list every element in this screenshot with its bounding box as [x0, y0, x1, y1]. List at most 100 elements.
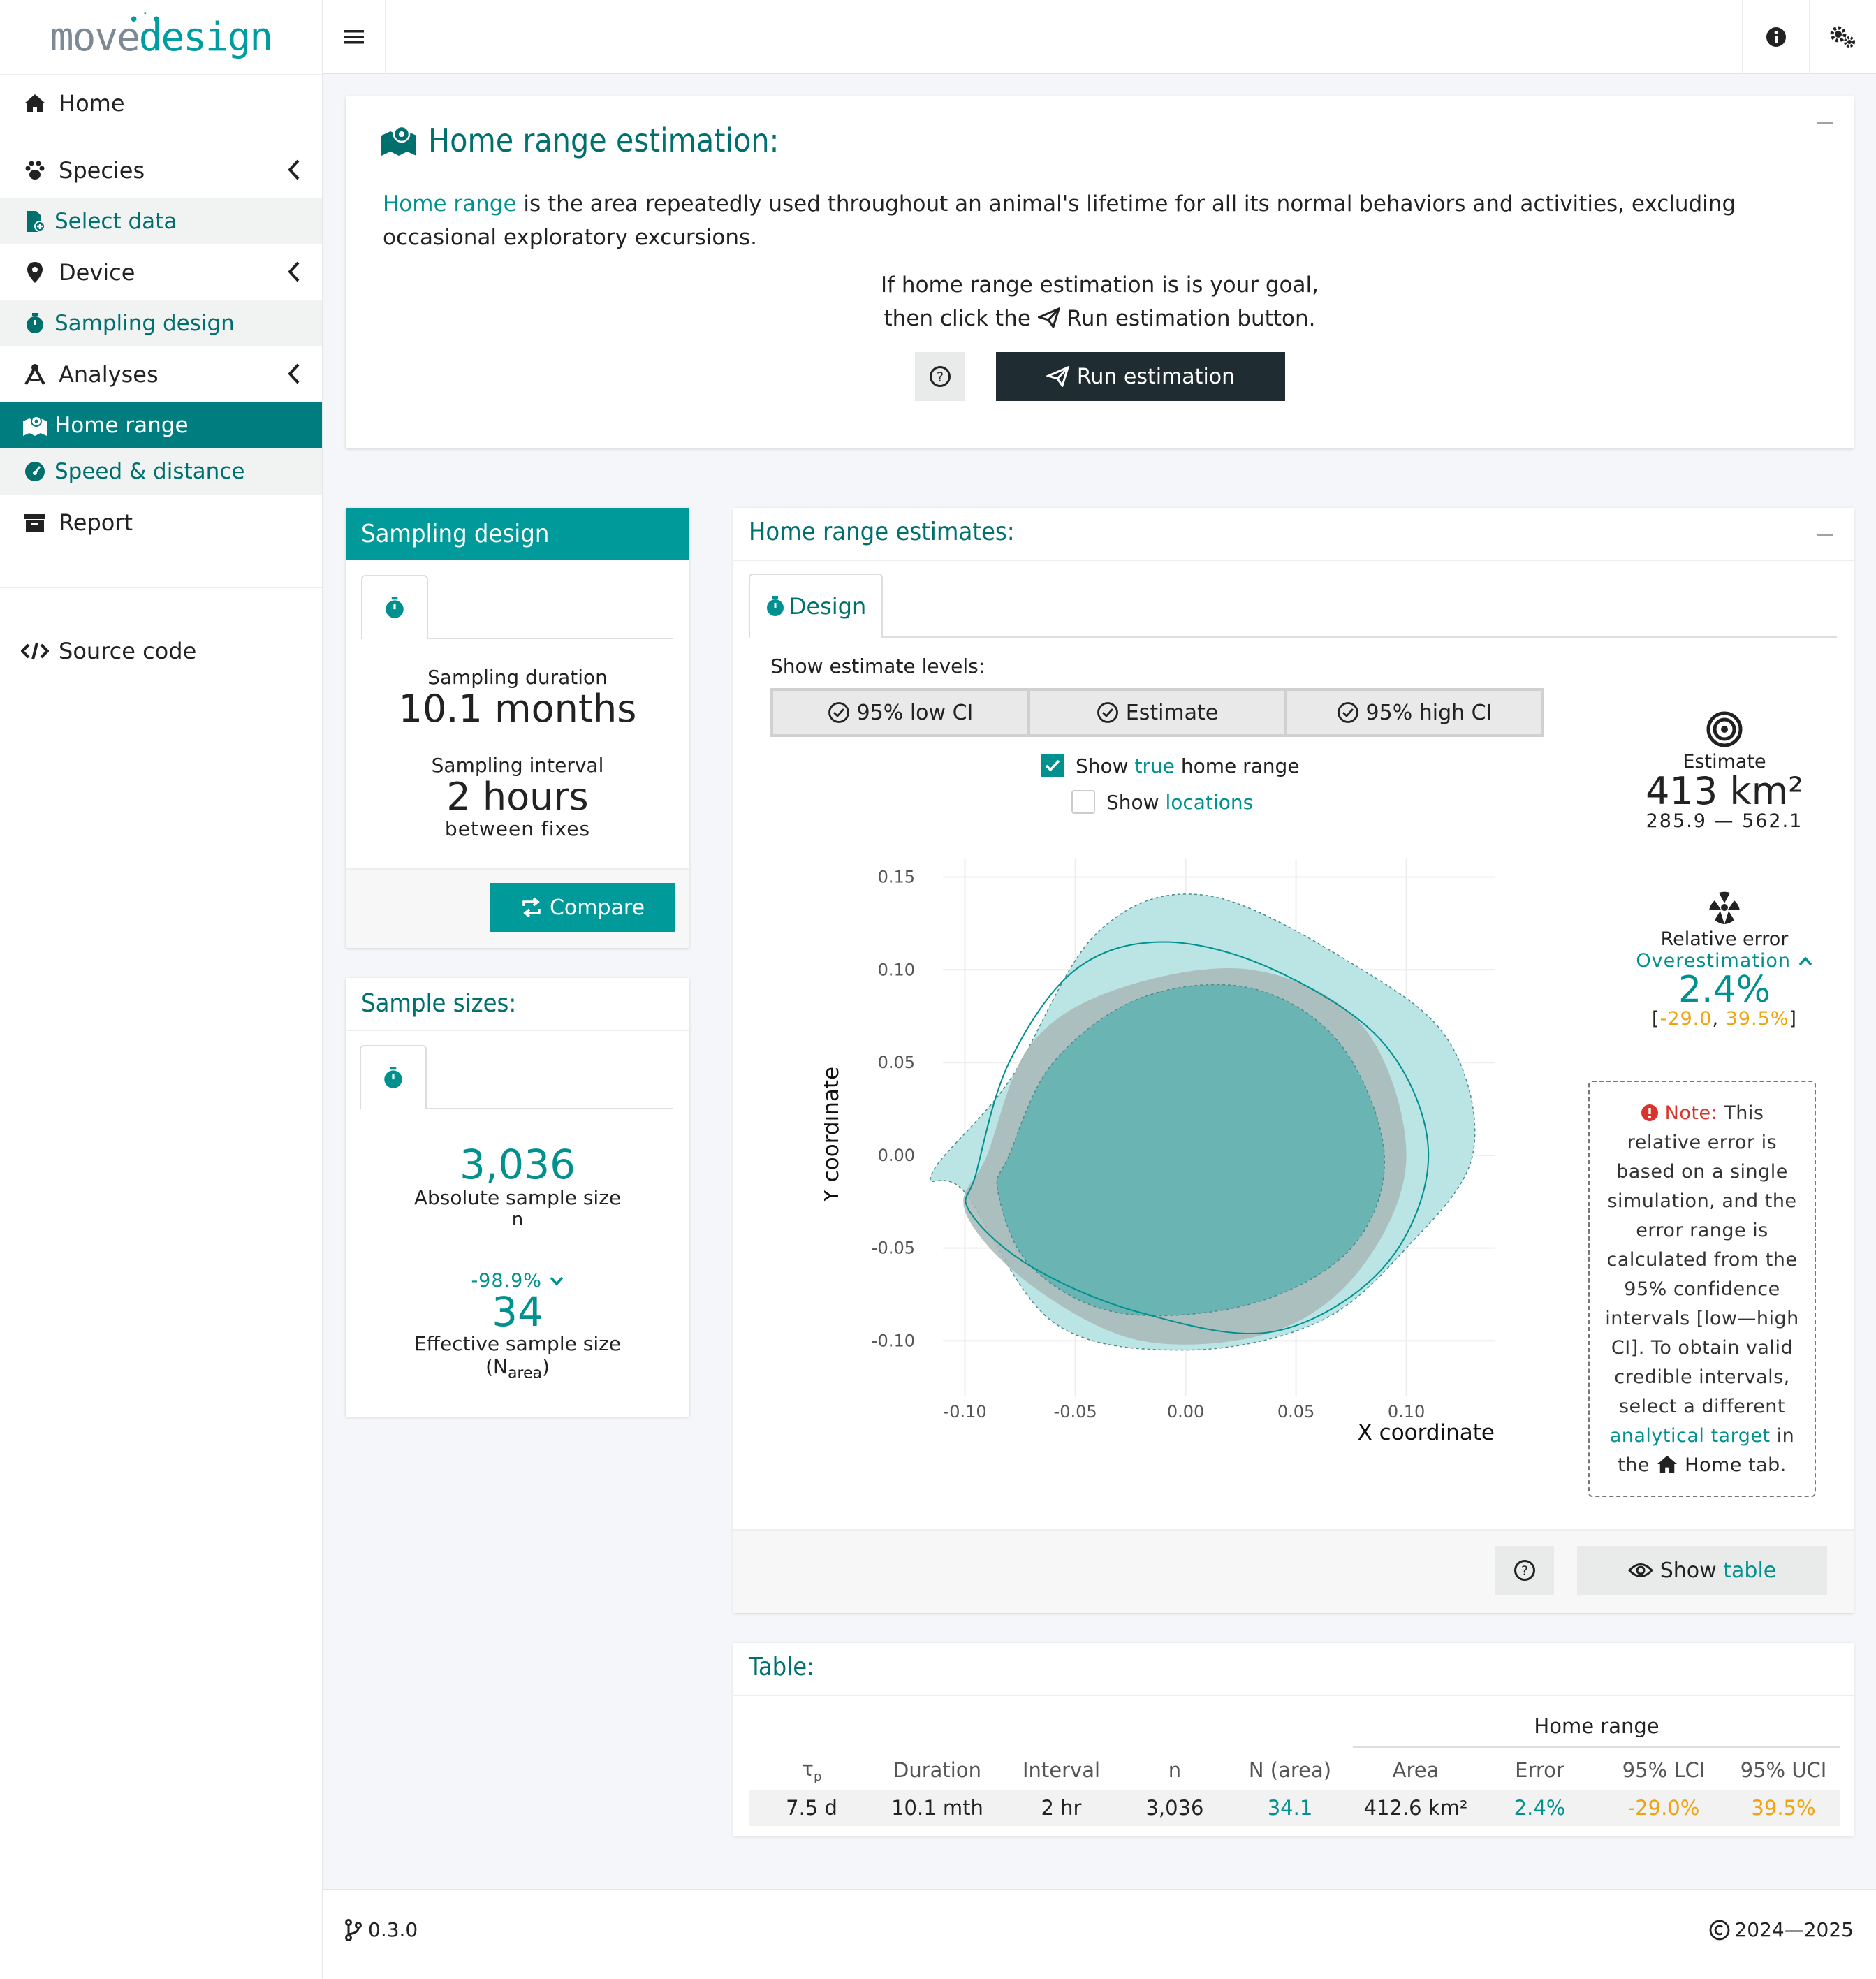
exclamation-circle-icon — [1641, 1104, 1658, 1121]
estimate-range: 285.9 — 562.1 — [1646, 810, 1803, 832]
sidebar: •˙• move design Home Species Select data … — [0, 0, 323, 1979]
estimate-stat: Estimate 413 km² 285.9 — 562.1 — [1585, 710, 1864, 832]
sidebar-item-label: Home range — [54, 413, 189, 438]
goal-line-2: then click the Run estimation button. — [346, 302, 1854, 335]
show-table-button[interactable]: Show table — [1577, 1546, 1827, 1595]
paw-icon — [21, 160, 49, 181]
eff-sub-open: (N — [485, 1355, 508, 1378]
checkbox-unchecked-icon[interactable] — [1071, 790, 1095, 814]
sidebar-item-select-data[interactable]: Select data — [0, 198, 322, 244]
analytical-target-link[interactable]: analytical target — [1610, 1425, 1771, 1447]
show-table-link: table — [1723, 1558, 1777, 1583]
sidebar-item-label: Select data — [54, 209, 177, 234]
home-range-link[interactable]: Home range — [383, 191, 517, 217]
tab-design-icon[interactable] — [361, 575, 428, 639]
repeat-arrows-icon — [522, 897, 541, 918]
group-header-rule — [1353, 1746, 1840, 1748]
sample-sizes-card: Sample sizes: 3,036 Absolute sample size… — [346, 978, 689, 1417]
effective-sample-size: -98.9% 34 Effective sample size (Narea) — [346, 1270, 689, 1382]
collapse-button[interactable] — [1817, 122, 1833, 124]
level-high-ci-button[interactable]: 95% high CI — [1287, 691, 1541, 734]
col-header: n — [1168, 1758, 1182, 1782]
collapse-button[interactable] — [1817, 534, 1833, 536]
version-label: 0.3.0 — [368, 1918, 418, 1941]
x-tick-label: 0.00 — [1167, 1402, 1204, 1422]
sidebar-item-source-code[interactable]: Source code — [0, 623, 322, 679]
hamburger-icon — [344, 30, 364, 44]
radiation-icon — [1709, 891, 1740, 924]
effective-value: 34 — [492, 1288, 543, 1336]
settings-button[interactable] — [1809, 0, 1876, 74]
sidebar-item-sampling-design[interactable]: Sampling design — [0, 300, 322, 346]
copyright-label: 2024—2025 — [1734, 1918, 1854, 1941]
chevron-left-icon — [287, 260, 301, 289]
levels-label: Show estimate levels: — [770, 655, 985, 678]
level-label: Estimate — [1125, 700, 1219, 725]
check-circle-icon — [828, 702, 849, 723]
sidebar-item-home[interactable]: Home — [0, 75, 322, 131]
tab-design-icon[interactable] — [360, 1045, 427, 1109]
col-header: Interval — [1022, 1758, 1101, 1782]
run-estimation-button[interactable]: Run estimation — [996, 352, 1285, 401]
sidebar-toggle-button[interactable] — [323, 0, 386, 74]
location-pin-icon — [21, 261, 49, 284]
show-locations-checkbox[interactable]: Show locations — [1071, 790, 1253, 814]
x-tick-label: -0.05 — [1054, 1402, 1097, 1422]
goal-line-2a: then click the — [884, 306, 1031, 331]
interval-sub: between fixes — [444, 817, 591, 840]
compare-button[interactable]: Compare — [490, 883, 675, 932]
tab-underline — [428, 638, 673, 639]
estimates-title: Home range estimates: — [749, 518, 1015, 546]
x-tick-label: -0.10 — [944, 1402, 987, 1422]
sidebar-item-label: Source code — [59, 638, 197, 664]
home-icon — [1657, 1455, 1678, 1473]
tab-design[interactable]: Design — [749, 574, 883, 638]
help-button[interactable]: ? — [1495, 1546, 1554, 1595]
copyright: 2024—2025 — [1709, 1918, 1854, 1941]
y-tick-label: 0.15 — [878, 868, 915, 887]
sidebar-divider — [0, 587, 322, 588]
tab-design-label: Design — [789, 593, 867, 620]
table-card: Table: Home range τp Duration Interval n… — [733, 1643, 1854, 1836]
interval-label: Sampling interval — [431, 754, 604, 777]
sidebar-item-speed-distance[interactable]: Speed & distance — [0, 448, 322, 495]
sidebar-item-home-range[interactable]: Home range — [0, 402, 322, 448]
show-true-post: home range — [1180, 754, 1300, 777]
intro-text: is the area repeatedly used throughout a… — [383, 191, 1736, 250]
chevron-up-icon — [1798, 956, 1812, 966]
sidebar-item-label: Home — [59, 90, 125, 117]
help-button[interactable]: ? — [915, 352, 965, 401]
relative-error-stat: Relative error Overestimation 2.4% [-29.… — [1585, 888, 1864, 1030]
bullseye-icon — [1706, 711, 1743, 747]
sampling-design-title: Sampling design — [346, 508, 689, 560]
run-estimation-label: Run estimation — [1076, 364, 1236, 389]
info-button[interactable] — [1742, 0, 1809, 74]
show-true-link: true — [1134, 754, 1175, 777]
col-header: 95% UCI — [1740, 1758, 1827, 1782]
intro-header: Home range estimation: — [381, 122, 779, 159]
stopwatch-icon — [384, 1067, 402, 1088]
note-text-3: tab. — [1747, 1454, 1787, 1476]
logo[interactable]: •˙• move design — [0, 0, 322, 75]
table-cell: 412.6 km² — [1363, 1796, 1468, 1820]
code-branch-icon — [345, 1918, 362, 1941]
show-true-checkbox[interactable]: Show true home range — [1041, 754, 1300, 777]
checkbox-checked-icon[interactable] — [1041, 754, 1064, 777]
sidebar-item-species[interactable]: Species — [0, 143, 322, 198]
tab-underline — [883, 636, 1837, 638]
note-label: Note: — [1664, 1102, 1718, 1124]
chevron-left-icon — [287, 362, 301, 391]
relative-error-value: 2.4% — [1678, 969, 1771, 1011]
intro-card: Home range estimation: Home range is the… — [346, 96, 1854, 448]
sidebar-item-label: Analyses — [59, 361, 159, 388]
map-location-icon — [21, 414, 49, 437]
results-table: τp Duration Interval n N (area) Area Err… — [749, 1751, 1840, 1826]
sidebar-item-device[interactable]: Device — [0, 244, 322, 300]
level-estimate-button[interactable]: Estimate — [1030, 691, 1284, 734]
sidebar-item-analyses[interactable]: Analyses — [0, 346, 322, 402]
sidebar-item-report[interactable]: Report — [0, 495, 322, 550]
code-icon — [21, 641, 49, 661]
home-icon — [21, 93, 49, 114]
level-low-ci-button[interactable]: 95% low CI — [773, 691, 1027, 734]
divider — [346, 1030, 689, 1031]
